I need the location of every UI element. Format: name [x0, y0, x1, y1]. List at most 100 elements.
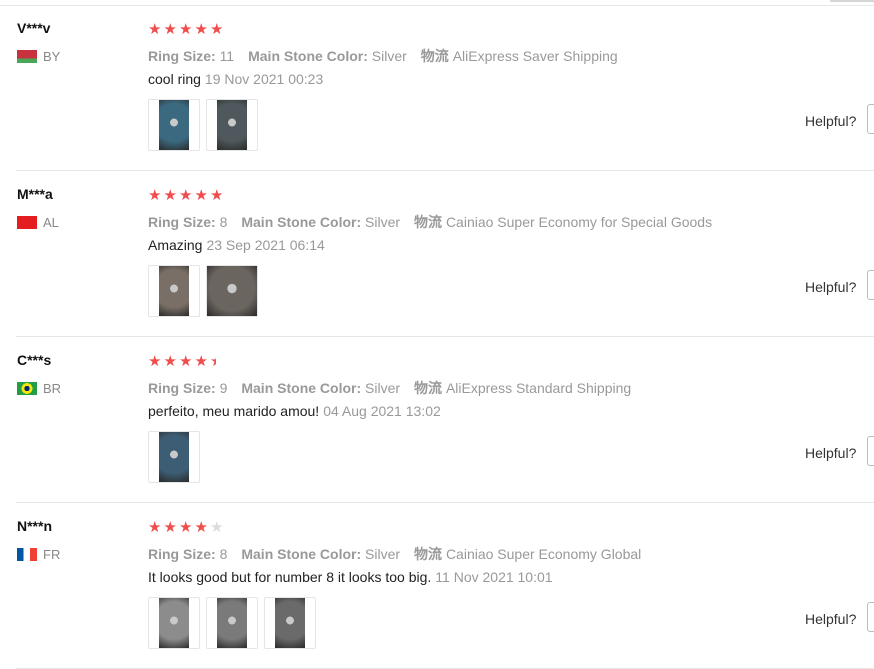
review-divider	[16, 502, 874, 503]
ring-size-label: Ring Size:	[148, 48, 216, 64]
country-code: AL	[43, 215, 59, 230]
review-photo-thumbnail[interactable]	[264, 597, 316, 649]
star-icon: ★	[148, 519, 162, 536]
reviewer-country: FR	[17, 547, 60, 562]
star-rating: ★★★★★	[148, 353, 218, 370]
star-icon: ★	[148, 21, 162, 38]
star-icon: ★	[163, 353, 177, 370]
country-flag-icon	[17, 50, 37, 63]
review-photo-thumbnail[interactable]	[148, 99, 200, 151]
ring-size-label: Ring Size:	[148, 546, 216, 562]
review-divider	[16, 170, 874, 171]
stone-color-value: Silver	[365, 380, 401, 396]
review-attributes: Ring Size: 9 Main Stone Color: Silver 物流 A…	[148, 378, 631, 398]
review-item: M***a AL ★ ★ ★ ★ ★ Ring Size: 8 Main Stone Color…	[0, 172, 874, 337]
review-photo-thumbnail[interactable]	[148, 431, 200, 483]
review-photo-thumbnail[interactable]	[148, 265, 200, 317]
review-photos	[148, 265, 264, 317]
reviewer-country: AL	[17, 215, 59, 230]
country-flag-icon	[17, 382, 37, 395]
review-photo-thumbnail[interactable]	[206, 99, 258, 151]
ring-size-value: 11	[219, 48, 235, 64]
ring-size-value: 8	[219, 546, 228, 562]
star-icon: ★	[179, 353, 193, 370]
reviewer-name: V***v	[17, 20, 51, 36]
star-icon: ★	[194, 519, 208, 536]
review-text: It looks good but for number 8 it looks …	[148, 569, 432, 585]
ring-size-label: Ring Size:	[148, 380, 216, 396]
review-photos	[148, 99, 264, 151]
review-attributes: Ring Size: 8 Main Stone Color: Silver 物流 C…	[148, 212, 712, 232]
star-icon: ★	[179, 519, 193, 536]
stone-color-value: Silver	[371, 48, 407, 64]
star-icon: ★	[148, 353, 162, 370]
helpful-button[interactable]	[867, 104, 874, 134]
review-photos	[148, 597, 322, 649]
review-content: Amazing 23 Sep 2021 06:14	[148, 237, 325, 253]
top-right-edge	[830, 0, 874, 2]
shipping-value: Cainiao Super Economy Global	[445, 546, 642, 562]
star-icon: ★	[163, 519, 177, 536]
helpful-label: Helpful?	[805, 279, 857, 295]
star-icon: ★	[194, 187, 208, 204]
stone-color-value: Silver	[365, 546, 401, 562]
helpful-label: Helpful?	[805, 611, 857, 627]
star-icon: ★	[179, 187, 193, 204]
helpful-button[interactable]	[867, 270, 874, 300]
stone-color-label: Main Stone Color:	[241, 214, 362, 230]
review-attributes: Ring Size: 8 Main Stone Color: Silver 物流 C…	[148, 544, 641, 564]
photo-image	[217, 598, 247, 648]
shipping-label: 物流	[414, 214, 443, 230]
star-icon: ★	[210, 21, 224, 38]
shipping-value: AliExpress Saver Shipping	[452, 48, 618, 64]
photo-image	[159, 598, 189, 648]
country-flag-icon	[17, 216, 37, 229]
review-attributes: Ring Size: 11 Main Stone Color: Silver 物流 …	[148, 46, 618, 66]
helpful-button[interactable]	[867, 436, 874, 466]
review-item: V***v BY ★ ★ ★ ★ ★ Ring Size: 11 Main Stone Colo…	[0, 6, 874, 171]
photo-image	[159, 100, 189, 150]
star-rating: ★★★★★	[148, 21, 226, 38]
star-icon: ★	[163, 21, 177, 38]
star-icon: ★	[210, 355, 216, 369]
photo-image	[207, 266, 257, 316]
review-photo-thumbnail[interactable]	[206, 265, 258, 317]
review-divider	[16, 336, 874, 337]
photo-image	[159, 266, 189, 316]
review-text: perfeito, meu marido amou!	[148, 403, 320, 419]
star-icon: ★	[210, 187, 224, 204]
review-date: 11 Nov 2021 10:01	[435, 569, 553, 585]
stone-color-label: Main Stone Color:	[248, 48, 368, 64]
country-code: FR	[43, 547, 61, 562]
ring-size-value: 9	[219, 380, 228, 396]
stone-color-value: Silver	[365, 214, 401, 230]
review-date: 19 Nov 2021 00:23	[204, 71, 324, 87]
star-rating: ★★★★★	[148, 519, 226, 536]
review-photo-thumbnail[interactable]	[148, 597, 200, 649]
helpful-label: Helpful?	[805, 445, 857, 461]
shipping-label: 物流	[420, 48, 449, 64]
star-icon: ★	[148, 187, 162, 204]
star-icon: ★	[194, 353, 208, 370]
review-text: cool ring	[148, 71, 201, 87]
ring-size-value: 8	[219, 214, 228, 230]
photo-image	[275, 598, 305, 648]
review-date: 23 Sep 2021 06:14	[206, 237, 325, 253]
review-content: cool ring 19 Nov 2021 00:23	[148, 71, 323, 87]
review-photos	[148, 431, 206, 483]
review-item: N***n FR ★ ★ ★ ★ ★ Ring Size: 8 Main Stone Color…	[0, 504, 874, 669]
review-content: perfeito, meu marido amou! 04 Aug 2021 13…	[148, 403, 441, 419]
reviewer-name: N***n	[17, 518, 53, 534]
ring-size-label: Ring Size:	[148, 214, 216, 230]
reviewer-country: BR	[17, 381, 61, 396]
review-content: It looks good but for number 8 it looks …	[148, 569, 553, 585]
review-photo-thumbnail[interactable]	[206, 597, 258, 649]
star-icon: ★	[163, 187, 177, 204]
shipping-value: Cainiao Super Economy for Special Goods	[445, 214, 713, 230]
photo-image	[159, 432, 189, 482]
shipping-label: 物流	[414, 546, 443, 562]
review-item: C***sBR★★★★★Ring Size: 9Main Stone Color…	[0, 338, 874, 503]
shipping-value: AliExpress Standard Shipping	[445, 380, 632, 396]
helpful-button[interactable]	[867, 602, 874, 632]
star-icon: ★	[210, 519, 224, 536]
